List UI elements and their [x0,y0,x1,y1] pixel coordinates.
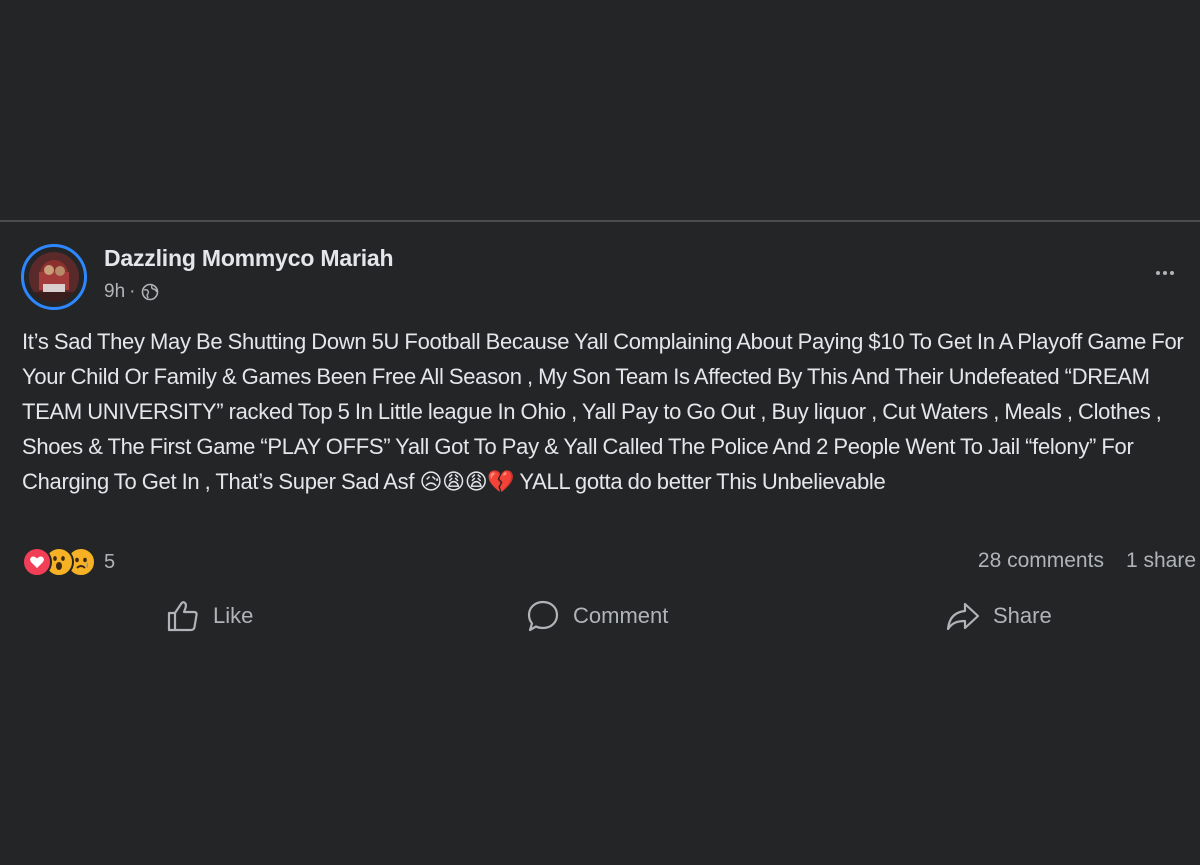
share-button[interactable]: Share [945,594,1052,638]
post-meta: 9h · [104,281,159,303]
thumbs-up-icon [165,598,201,634]
post-text: It’s Sad They May Be Shutting Down 5U Fo… [22,329,1184,494]
post-time[interactable]: 9h [104,281,125,303]
reactions-summary[interactable]: 5 [22,547,115,577]
share-label: Share [993,603,1052,628]
share-icon [945,598,981,634]
reaction-count: 5 [104,550,116,573]
post-stats: 5 28 comments 1 share [22,544,1196,580]
author-name[interactable]: Dazzling Mommyco Mariah [104,245,394,272]
love-reaction-icon [22,547,52,577]
comment-button[interactable]: Comment [525,594,668,638]
meta-separator: · [129,281,136,302]
shares-count[interactable]: 1 share [1126,549,1196,573]
like-button[interactable]: Like [165,594,253,638]
like-label: Like [213,603,254,628]
engagement-counts: 28 comments 1 share [978,549,1196,573]
post-actions: Like Comment Share [0,594,1200,638]
avatar[interactable] [21,244,87,310]
comment-label: Comment [573,603,669,628]
more-options-icon[interactable] [1150,260,1180,286]
feed-post: Dazzling Mommyco Mariah 9h · It’s Sad Th… [0,222,1200,865]
avatar-image [29,252,79,302]
globe-icon [141,283,159,301]
comments-count[interactable]: 28 comments [978,549,1104,573]
comment-icon [525,598,561,634]
top-blank-area [0,0,1200,220]
